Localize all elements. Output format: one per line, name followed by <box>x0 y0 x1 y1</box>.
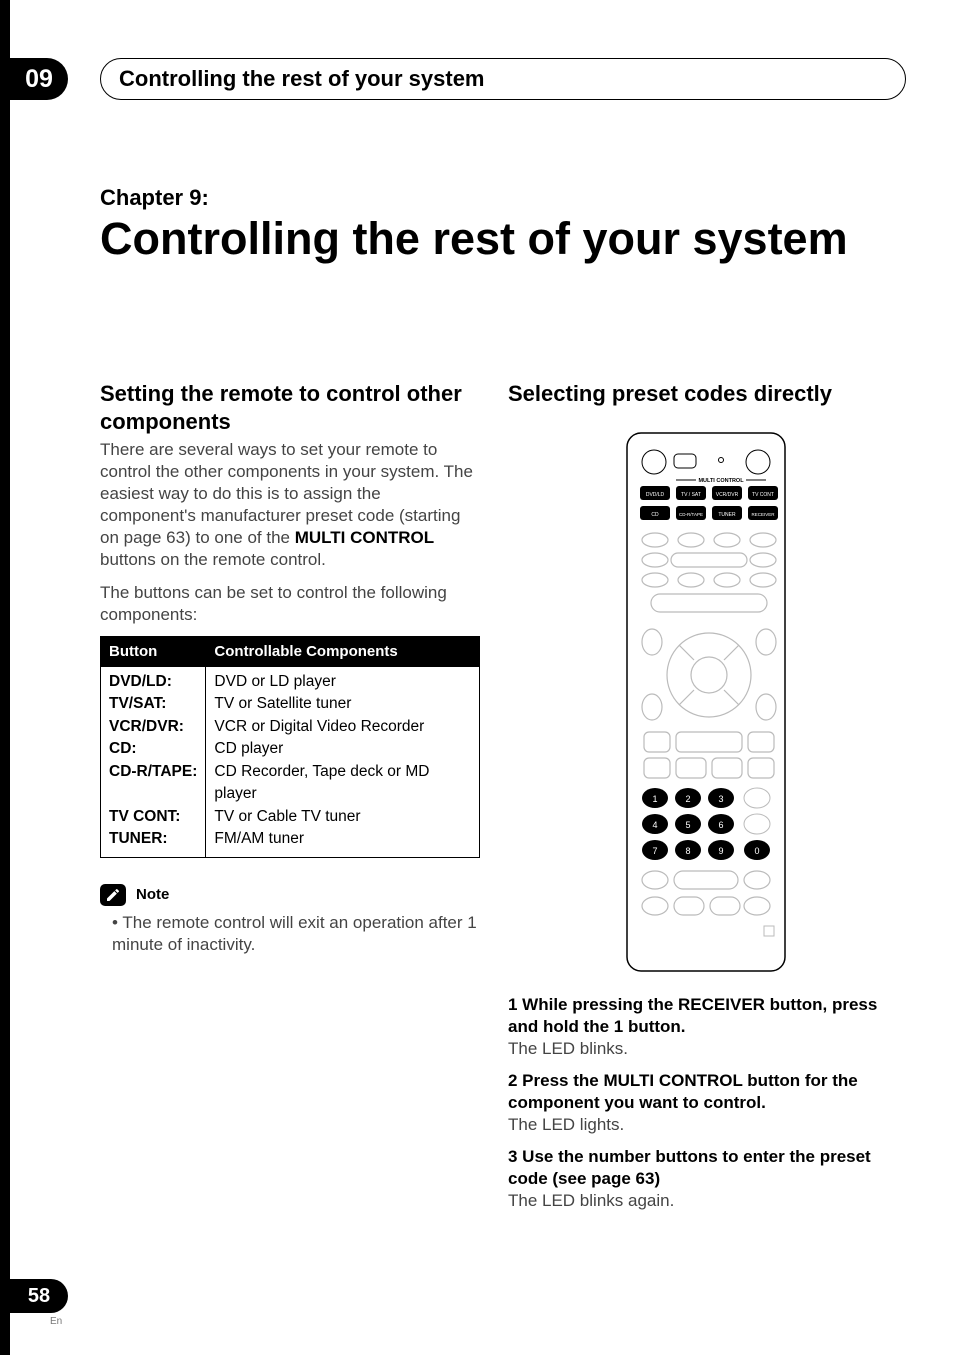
running-header: Controlling the rest of your system <box>100 58 906 100</box>
right-section-heading: Selecting preset codes directly <box>508 380 903 408</box>
components-table: Button Controllable Components DVD/LD: T… <box>100 636 480 858</box>
remote-num-5: 5 <box>685 820 690 830</box>
language-code: En <box>50 1316 62 1327</box>
table-row: DVD/LD: TV/SAT: VCR/DVR: CD: CD-R/TAPE: … <box>101 666 480 857</box>
note-block: Note The remote control will exit an ope… <box>100 884 480 956</box>
step-2-lead: 2 Press the MULTI CONTROL button for the… <box>508 1071 858 1112</box>
remote-btn-vcrdvr: VCR/DVR <box>715 492 738 498</box>
remote-btn-cd: CD <box>651 512 659 518</box>
remote-num-4: 4 <box>652 820 657 830</box>
pencil-icon <box>100 884 126 906</box>
remote-btn-tvcont: TV CONT <box>752 492 774 498</box>
note-text: The remote control will exit an operatio… <box>100 912 480 956</box>
left-p1-bold: MULTI CONTROL <box>295 528 434 547</box>
table-cell-button: TV/SAT: <box>109 693 197 715</box>
right-column: Selecting preset codes directly MULTI CO… <box>508 380 903 1222</box>
step-1-lead: 1 While pressing the RECEIVER button, pr… <box>508 995 877 1036</box>
remote-btn-receiver: RECEIVER <box>751 512 775 517</box>
page-title: Controlling the rest of your system <box>100 213 906 265</box>
table-cell-component: FM/AM tuner <box>214 828 471 850</box>
remote-btn-cdrtape: CD-R/TAPE <box>679 512 703 517</box>
step-3: 3 Use the number buttons to enter the pr… <box>508 1146 903 1212</box>
remote-diagram: MULTI CONTROL DVD/LD TV / SAT VCR/DVR TV… <box>508 432 903 972</box>
table-cell-component: CD Recorder, Tape deck or MD player <box>214 761 471 806</box>
remote-num-7: 7 <box>652 846 657 856</box>
table-cell-component: TV or Satellite tuner <box>214 693 471 715</box>
step-3-sub: The LED blinks again. <box>508 1191 674 1210</box>
left-paragraph-1: There are several ways to set your remot… <box>100 439 480 572</box>
left-margin-bar <box>0 0 10 1355</box>
table-cell-button: TUNER: <box>109 828 197 850</box>
remote-num-0: 0 <box>754 846 759 856</box>
table-header-button: Button <box>101 636 206 666</box>
remote-num-6: 6 <box>718 820 723 830</box>
step-2-sub: The LED lights. <box>508 1115 624 1134</box>
table-cell-button: VCR/DVR: <box>109 716 197 738</box>
step-1-sub: The LED blinks. <box>508 1039 628 1058</box>
step-2: 2 Press the MULTI CONTROL button for the… <box>508 1070 903 1136</box>
chapter-label: Chapter 9: <box>100 185 906 211</box>
title-block: Chapter 9: Controlling the rest of your … <box>100 185 906 265</box>
running-header-text: Controlling the rest of your system <box>119 66 485 92</box>
table-cell-button: DVD/LD: <box>109 671 197 693</box>
remote-btn-tuner: TUNER <box>718 512 736 518</box>
table-cell-component: TV or Cable TV tuner <box>214 806 471 828</box>
left-section-heading: Setting the remote to control other comp… <box>100 380 480 435</box>
remote-control-icon: MULTI CONTROL DVD/LD TV / SAT VCR/DVR TV… <box>626 432 786 972</box>
remote-btn-tvsat: TV / SAT <box>681 492 701 498</box>
remote-num-8: 8 <box>685 846 690 856</box>
table-header-components: Controllable Components <box>206 636 480 666</box>
step-1: 1 While pressing the RECEIVER button, pr… <box>508 994 903 1060</box>
table-cell-component: DVD or LD player <box>214 671 471 693</box>
remote-num-3: 3 <box>718 794 723 804</box>
remote-num-1: 1 <box>652 794 657 804</box>
remote-num-2: 2 <box>685 794 690 804</box>
table-cell-component: CD player <box>214 738 471 760</box>
table-cell-component: VCR or Digital Video Recorder <box>214 716 471 738</box>
remote-btn-dvdld: DVD/LD <box>645 492 664 498</box>
left-paragraph-2: The buttons can be set to control the fo… <box>100 582 480 626</box>
multi-control-label: MULTI CONTROL <box>698 478 744 484</box>
table-cell-button: CD-R/TAPE: <box>109 761 197 783</box>
left-p1-c: buttons on the remote control. <box>100 550 326 569</box>
chapter-number-tab: 09 <box>10 58 68 100</box>
table-cell-button: TV CONT: <box>109 806 197 828</box>
note-label: Note <box>136 886 169 903</box>
page-number: 58 <box>28 1285 50 1308</box>
page-number-tab: 58 <box>10 1279 68 1313</box>
left-column: Setting the remote to control other comp… <box>100 380 480 956</box>
step-3-lead: 3 Use the number buttons to enter the pr… <box>508 1147 871 1188</box>
remote-num-9: 9 <box>718 846 723 856</box>
chapter-number: 09 <box>25 65 53 94</box>
table-cell-button: CD: <box>109 738 197 760</box>
